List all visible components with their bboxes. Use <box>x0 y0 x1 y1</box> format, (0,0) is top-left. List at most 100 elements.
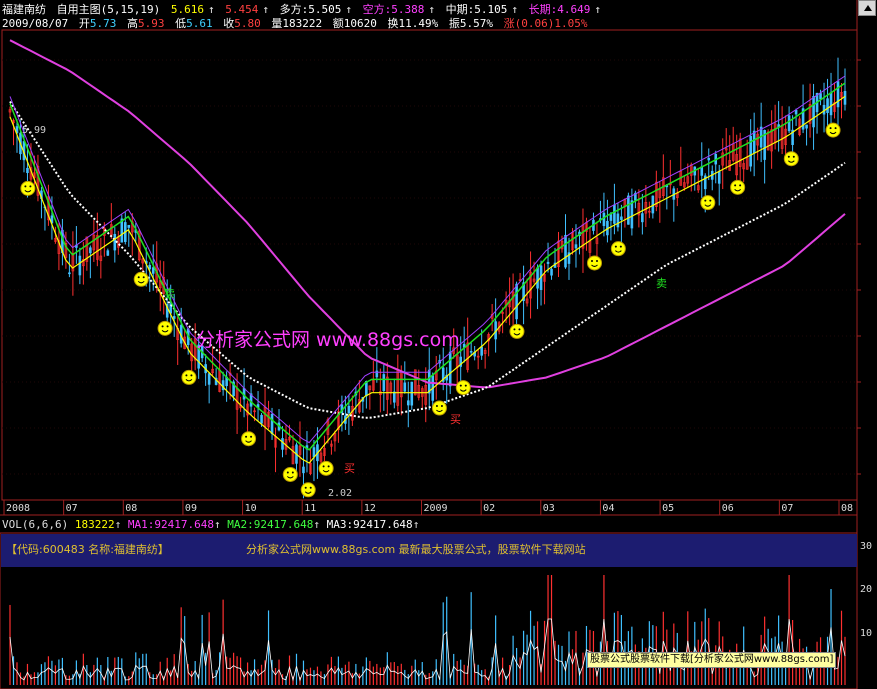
candle-body <box>756 133 759 146</box>
ma1-label: MA1: <box>127 518 155 531</box>
smiley-face <box>825 122 841 138</box>
candle-body <box>379 391 382 396</box>
smiley-mouth <box>185 379 193 382</box>
candle-body <box>529 271 532 299</box>
candle-body <box>766 131 770 151</box>
x-axis-label: 02 <box>483 503 496 514</box>
candle-body <box>431 375 435 401</box>
turnover-value: 11.49% <box>398 17 439 30</box>
candle-body <box>773 123 777 144</box>
smiley-eye <box>327 465 330 468</box>
candle-body <box>609 214 613 221</box>
candle-body <box>794 109 798 115</box>
smiley-eye <box>245 435 248 438</box>
candle-body <box>787 115 791 132</box>
smiley-mouth <box>734 188 741 192</box>
candle-body <box>710 170 714 180</box>
candle-body <box>557 240 560 268</box>
smiley-mouth <box>513 333 521 336</box>
candle-body <box>165 303 169 318</box>
candle-body <box>620 216 623 220</box>
candle-body <box>263 406 267 427</box>
fast-line-purple <box>9 75 846 444</box>
smiley-mouth <box>459 389 467 392</box>
smiley-mouth <box>137 280 145 284</box>
volume-axis-label: 10 <box>860 628 873 639</box>
ma3-label: MA3: <box>326 518 354 531</box>
smiley-eye <box>619 245 622 248</box>
candle-body <box>693 166 697 176</box>
candle-body <box>588 240 592 253</box>
smiley-face <box>20 180 36 196</box>
sell-label: 卖 <box>164 287 175 300</box>
candle-body <box>627 195 630 225</box>
candle-body <box>700 166 704 176</box>
candle-body <box>340 404 344 413</box>
candle-body <box>599 218 602 221</box>
smiley-eye <box>166 325 169 328</box>
candle-body <box>745 157 749 170</box>
x-axis-label: 10 <box>244 503 257 514</box>
candle-body <box>483 350 487 354</box>
candle-body <box>54 238 57 242</box>
candle-body <box>455 354 459 369</box>
candle-body <box>393 391 396 403</box>
candle-body <box>22 141 26 161</box>
smiley-eye <box>250 435 253 438</box>
candle-body <box>239 404 242 409</box>
candle-body <box>15 126 19 134</box>
candle-body <box>75 244 78 248</box>
candle-body <box>504 300 508 307</box>
scroll-up-button[interactable] <box>858 0 876 16</box>
smiley-eye <box>709 199 712 202</box>
candle-body <box>682 182 686 188</box>
smiley-icon <box>509 323 525 339</box>
candle-body <box>805 124 808 129</box>
candle-body <box>406 400 410 406</box>
smiley-icon <box>157 320 173 336</box>
candle-body <box>256 404 260 408</box>
candle-body <box>759 126 763 148</box>
candle-body <box>270 413 274 434</box>
candle-body <box>277 422 281 431</box>
candle-body <box>179 324 183 344</box>
candle-body <box>434 370 438 381</box>
candle-body <box>655 181 658 207</box>
smiley-mouth <box>787 160 795 163</box>
smiley-eye <box>435 405 438 408</box>
candle-body <box>417 384 421 398</box>
smiley-eye <box>291 471 294 474</box>
smiley-face <box>181 369 197 385</box>
smiley-eye <box>459 384 462 387</box>
footer-badge[interactable]: 股票公式股票软件下载[分析家公式网www.88gs.com] <box>587 652 837 668</box>
x-axis-label: 08 <box>125 503 138 514</box>
x-axis-label: 2009 <box>423 503 448 514</box>
candle-body <box>302 466 305 474</box>
smiley-icon <box>300 482 316 498</box>
candle-body <box>40 190 43 199</box>
candle-body <box>613 204 616 224</box>
candle-body <box>57 240 61 254</box>
candle-body <box>448 351 452 387</box>
ma1-value: 92417.648 <box>154 518 214 531</box>
volume-ma-line <box>9 618 846 682</box>
smiley-face <box>282 466 298 482</box>
candle-body <box>298 445 302 455</box>
smiley-eye <box>787 155 790 158</box>
candle-body <box>462 343 466 348</box>
candle-body <box>819 93 822 100</box>
up-arrow-icon: ↑ <box>313 518 320 531</box>
candle-body <box>511 291 515 310</box>
volume-bars <box>9 575 846 685</box>
up-arrow-icon: ↑ <box>412 518 420 531</box>
vol-indicator-name[interactable]: VOL(6,6,6) <box>2 518 68 531</box>
smiley-icon <box>282 466 298 482</box>
candle-body <box>679 171 683 186</box>
smiley-face <box>455 380 471 396</box>
candle-body <box>550 268 553 276</box>
smiley-icon <box>318 460 334 476</box>
candle-body <box>389 382 393 394</box>
smiley-icon <box>431 400 447 416</box>
low-label: 低 <box>175 17 187 30</box>
candle-body <box>106 250 110 256</box>
